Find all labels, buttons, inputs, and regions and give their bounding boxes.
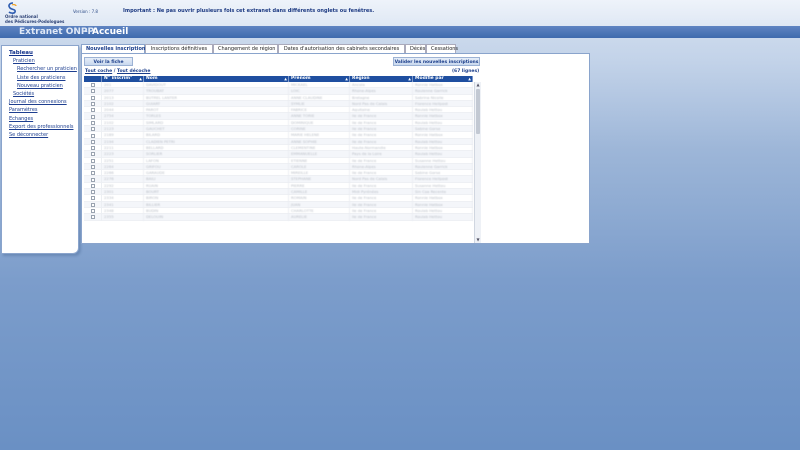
app-title: Extranet ONPP [19,27,95,37]
row-checkbox[interactable] [90,146,95,151]
scroll-thumb[interactable] [476,89,480,134]
sidebar: Tableau Praticien Rechercher un praticie… [1,45,79,254]
header-modifie-label: Modifié par [415,76,444,81]
row-count: (67 lignes) [452,69,480,74]
version-label: Version : 7.8 [73,9,98,14]
check-all-link[interactable]: Tout coche [85,69,112,74]
sidebar-item-nouveau-praticien[interactable]: Nouveau praticien [2,82,78,90]
row-checkbox[interactable] [90,158,95,163]
row-checkbox[interactable] [90,152,95,157]
sidebar-item-journal-connexions[interactable]: Journal des connexions [2,98,78,106]
header-region-label: Région [352,76,370,81]
selection-links: Tout coche / Tout décoche [85,69,150,74]
onpp-logo: Ordre national des Pédicures-Podologues [3,2,67,26]
vertical-scrollbar[interactable]: ▲ ▼ [474,82,481,243]
sidebar-item-rechercher-praticien[interactable]: Rechercher un praticien [2,65,78,73]
title-separator: - [84,27,88,37]
grid-body: 201 DAVIDOUT MICKAEL Ancola Ronnie Hatbox 207… [84,82,473,221]
row-checkbox[interactable] [90,83,95,88]
logo-text-line2: des Pédicures-Podologues [5,19,65,24]
row-checkbox[interactable] [90,120,95,125]
row-checkbox[interactable] [90,108,95,113]
page-title: Accueil [92,27,129,37]
row-checkbox-cell [84,214,102,221]
sidebar-item-societes[interactable]: Sociétés [2,90,78,98]
sidebar-item-parametres[interactable]: Paramètres [2,106,78,114]
link-separator: / [113,69,116,74]
row-checkbox[interactable] [90,133,95,138]
cell-prenom: AURELIE [289,214,350,221]
row-checkbox[interactable] [90,171,95,176]
header-numero-label: N° inscrim° [104,76,133,81]
row-checkbox[interactable] [90,202,95,207]
cell-region: Ile de France [350,214,413,221]
scroll-up-icon[interactable]: ▲ [475,82,481,88]
row-checkbox[interactable] [90,196,95,201]
table-row[interactable]: 2355 DELOUIN AURELIE Ile de France Roulab He… [84,214,473,221]
cell-nom: DELOUIN [144,214,289,221]
view-record-button[interactable]: Voir la fiche [84,57,133,66]
row-checkbox[interactable] [90,215,95,220]
row-checkbox[interactable] [90,127,95,132]
cell-numero: 2355 [102,214,144,221]
sidebar-item-liste-praticiens[interactable]: Liste des praticiens [2,74,78,82]
registrations-grid: N° inscrim° ▲ Nom ▲ Prénom ▲ Région ▲ Mo… [84,76,481,243]
sidebar-item-se-deconnecter[interactable]: Se déconnecter [2,131,78,139]
title-bar: Extranet ONPP - Accueil [0,26,800,38]
sidebar-item-praticien[interactable]: Praticien [2,57,78,65]
top-header: Ordre national des Pédicures-Podologues … [0,0,800,26]
row-checkbox[interactable] [90,89,95,94]
row-checkbox[interactable] [90,190,95,195]
logo-mark-icon [8,2,17,14]
row-checkbox[interactable] [90,165,95,169]
validate-registrations-button[interactable]: Valider les nouvelles inscriptions [393,57,480,66]
header-prenom-label: Prénom [291,76,311,81]
row-checkbox[interactable] [90,209,95,214]
scroll-down-icon[interactable]: ▼ [475,237,481,243]
row-checkbox[interactable] [90,102,95,107]
header-nom-label: Nom [146,76,158,81]
cell-modifie-par: Roulab Hettou [413,214,473,221]
main-panel: Voir la fiche Valider les nouvelles insc… [81,53,590,244]
important-notice: Important : Ne pas ouvrir plusieurs fois… [123,8,375,14]
row-checkbox[interactable] [90,139,95,144]
sidebar-item-export-professionnels[interactable]: Export des professionnels [2,123,78,131]
row-checkbox[interactable] [90,95,95,100]
uncheck-all-link[interactable]: Tout décoche [117,69,150,74]
row-checkbox[interactable] [90,177,95,182]
sidebar-item-tableau[interactable]: Tableau [2,49,78,57]
row-checkbox[interactable] [90,183,95,188]
row-checkbox[interactable] [90,114,95,119]
sidebar-item-echanges[interactable]: Echanges [2,115,78,123]
